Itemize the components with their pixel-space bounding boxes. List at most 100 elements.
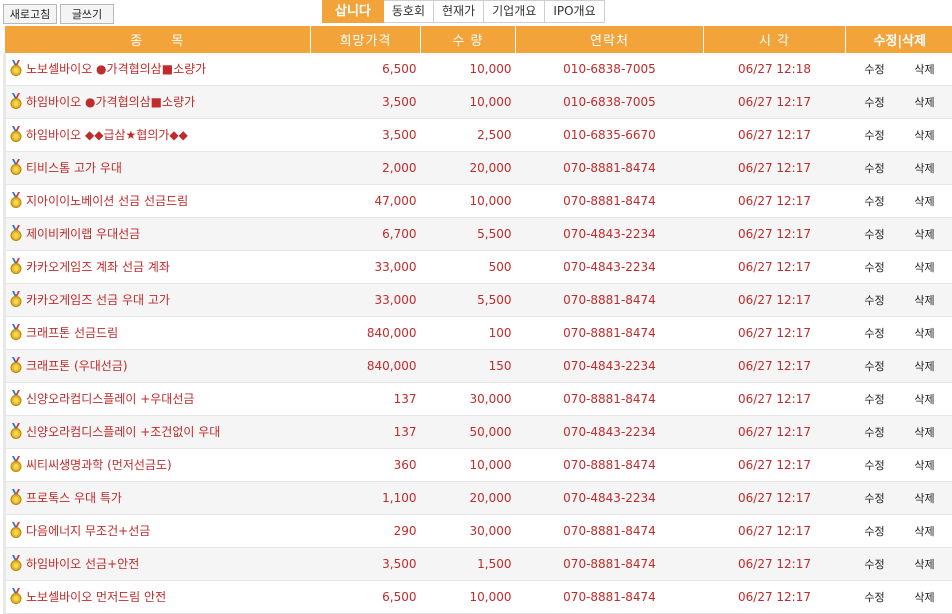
item-name[interactable]: 노보셀바이오 먼저드림 안전	[26, 590, 166, 604]
edit-button[interactable]: 수정	[850, 160, 900, 176]
item-cell[interactable]: 하임바이오 ●가격협의삼■소량가	[5, 86, 311, 119]
table-row[interactable]: 카카오게임즈 계좌 선금 계좌33,000500070-4843-223406/…	[5, 251, 952, 284]
delete-button[interactable]: 삭제	[900, 61, 950, 77]
price-cell: 137	[311, 383, 421, 416]
delete-button[interactable]: 삭제	[900, 523, 950, 539]
delete-button[interactable]: 삭제	[900, 556, 950, 572]
edit-button[interactable]: 수정	[850, 94, 900, 110]
table-row[interactable]: 지아이이노베이션 선금 선금드림47,00010,000070-8881-847…	[5, 185, 952, 218]
delete-button[interactable]: 삭제	[900, 160, 950, 176]
time-cell: 06/27 12:17	[704, 548, 846, 581]
item-cell[interactable]: 하임바이오 ◆◆급삼★협의가◆◆	[5, 119, 311, 152]
delete-button[interactable]: 삭제	[900, 589, 950, 605]
delete-button[interactable]: 삭제	[900, 358, 950, 374]
item-cell[interactable]: 카카오게임즈 계좌 선금 계좌	[5, 251, 311, 284]
table-row[interactable]: 하임바이오 선금+안전3,5001,500070-8881-847406/27 …	[5, 548, 952, 581]
medal-icon	[9, 126, 23, 145]
edit-button[interactable]: 수정	[850, 424, 900, 440]
table-row[interactable]: 다음에너지 무조건+선금29030,000070-8881-847406/27 …	[5, 515, 952, 548]
delete-button[interactable]: 삭제	[900, 325, 950, 341]
item-name[interactable]: 하임바이오 ●가격협의삼■소량가	[26, 95, 195, 109]
item-cell[interactable]: 하임바이오 선금+안전	[5, 548, 311, 581]
item-cell[interactable]: 신양오라컴디스플레이 +조건없이 우대	[5, 416, 311, 449]
edit-button[interactable]: 수정	[850, 127, 900, 143]
qty-cell: 5,500	[421, 218, 516, 251]
delete-button[interactable]: 삭제	[900, 391, 950, 407]
table-row[interactable]: 하임바이오 ●가격협의삼■소량가3,50010,000010-6838-7005…	[5, 86, 952, 119]
item-name[interactable]: 카카오게임즈 선금 우대 고가	[26, 293, 170, 307]
item-name[interactable]: 신양오라컴디스플레이 +조건없이 우대	[26, 425, 220, 439]
table-row[interactable]: 크래프톤 (우대선금)840,000150070-4843-223406/27 …	[5, 350, 952, 383]
edit-button[interactable]: 수정	[850, 292, 900, 308]
edit-button[interactable]: 수정	[850, 358, 900, 374]
tab-buy[interactable]: 삽니다	[322, 0, 384, 23]
item-cell[interactable]: 신양오라컴디스플레이 +우대선금	[5, 383, 311, 416]
edit-button[interactable]: 수정	[850, 556, 900, 572]
item-name[interactable]: 티비스톰 고가 우대	[26, 161, 122, 175]
table-row[interactable]: 신양오라컴디스플레이 +조건없이 우대13750,000070-4843-223…	[5, 416, 952, 449]
tab-company-overview[interactable]: 기업개요	[484, 0, 545, 23]
item-cell[interactable]: 노보셀바이오 ●가격협의삼■소량가	[5, 53, 311, 86]
item-name[interactable]: 신양오라컴디스플레이 +우대선금	[26, 392, 194, 406]
edit-button[interactable]: 수정	[850, 457, 900, 473]
item-name[interactable]: 크래프톤 (우대선금)	[26, 359, 128, 373]
time-cell: 06/27 12:17	[704, 185, 846, 218]
edit-button[interactable]: 수정	[850, 589, 900, 605]
table-row[interactable]: 크래프톤 선금드림840,000100070-8881-847406/27 12…	[5, 317, 952, 350]
table-row[interactable]: 노보셀바이오 ●가격협의삼■소량가6,50010,000010-6838-700…	[5, 53, 952, 86]
delete-button[interactable]: 삭제	[900, 193, 950, 209]
item-name[interactable]: 지아이이노베이션 선금 선금드림	[26, 194, 188, 208]
edit-button[interactable]: 수정	[850, 523, 900, 539]
table-row[interactable]: 카카오게임즈 선금 우대 고가33,0005,500070-8881-84740…	[5, 284, 952, 317]
item-cell[interactable]: 크래프톤 선금드림	[5, 317, 311, 350]
item-cell[interactable]: 티비스톰 고가 우대	[5, 152, 311, 185]
item-name[interactable]: 하임바이오 ◆◆급삼★협의가◆◆	[26, 128, 188, 142]
edit-button[interactable]: 수정	[850, 391, 900, 407]
item-cell[interactable]: 노보셀바이오 먼저드림 안전	[5, 581, 311, 614]
table-row[interactable]: 티비스톰 고가 우대2,00020,000070-8881-847406/27 …	[5, 152, 952, 185]
delete-button[interactable]: 삭제	[900, 226, 950, 242]
table-row[interactable]: 노보셀바이오 먼저드림 안전6,50010,000070-8881-847406…	[5, 581, 952, 614]
actions-cell: 수정삭제	[846, 251, 952, 284]
delete-button[interactable]: 삭제	[900, 94, 950, 110]
edit-button[interactable]: 수정	[850, 325, 900, 341]
delete-button[interactable]: 삭제	[900, 292, 950, 308]
item-name[interactable]: 프로톡스 우대 특가	[26, 491, 122, 505]
delete-button[interactable]: 삭제	[900, 127, 950, 143]
table-row[interactable]: 프로톡스 우대 특가1,10020,000070-4843-223406/27 …	[5, 482, 952, 515]
table-row[interactable]: 신양오라컴디스플레이 +우대선금13730,000070-8881-847406…	[5, 383, 952, 416]
item-cell[interactable]: 다음에너지 무조건+선금	[5, 515, 311, 548]
table-row[interactable]: 하임바이오 ◆◆급삼★협의가◆◆3,5002,500010-6835-66700…	[5, 119, 952, 152]
item-name[interactable]: 제이비케이랩 우대선금	[26, 227, 140, 241]
qty-cell: 150	[421, 350, 516, 383]
write-button[interactable]: 글쓰기	[60, 4, 114, 24]
item-cell[interactable]: 지아이이노베이션 선금 선금드림	[5, 185, 311, 218]
item-cell[interactable]: 프로톡스 우대 특가	[5, 482, 311, 515]
edit-button[interactable]: 수정	[850, 61, 900, 77]
item-name[interactable]: 크래프톤 선금드림	[26, 326, 118, 340]
delete-button[interactable]: 삭제	[900, 424, 950, 440]
delete-button[interactable]: 삭제	[900, 490, 950, 506]
tab-current-price[interactable]: 현재가	[434, 0, 484, 23]
edit-button[interactable]: 수정	[850, 490, 900, 506]
item-cell[interactable]: 씨티씨생명과학 (먼저선금도)	[5, 449, 311, 482]
edit-button[interactable]: 수정	[850, 193, 900, 209]
item-cell[interactable]: 제이비케이랩 우대선금	[5, 218, 311, 251]
item-name[interactable]: 카카오게임즈 계좌 선금 계좌	[26, 260, 170, 274]
table-row[interactable]: 제이비케이랩 우대선금6,7005,500070-4843-223406/27 …	[5, 218, 952, 251]
table-row[interactable]: 씨티씨생명과학 (먼저선금도)36010,000070-8881-847406/…	[5, 449, 952, 482]
qty-cell: 100	[421, 317, 516, 350]
item-cell[interactable]: 카카오게임즈 선금 우대 고가	[5, 284, 311, 317]
item-name[interactable]: 씨티씨생명과학 (먼저선금도)	[26, 458, 172, 472]
refresh-button[interactable]: 새로고침	[3, 4, 57, 24]
item-cell[interactable]: 크래프톤 (우대선금)	[5, 350, 311, 383]
tab-ipo-overview[interactable]: IPO개요	[545, 0, 604, 23]
item-name[interactable]: 하임바이오 선금+안전	[26, 557, 139, 571]
item-name[interactable]: 노보셀바이오 ●가격협의삼■소량가	[26, 62, 206, 76]
delete-button[interactable]: 삭제	[900, 457, 950, 473]
item-name[interactable]: 다음에너지 무조건+선금	[26, 524, 150, 538]
edit-button[interactable]: 수정	[850, 226, 900, 242]
edit-button[interactable]: 수정	[850, 259, 900, 275]
delete-button[interactable]: 삭제	[900, 259, 950, 275]
tab-club[interactable]: 동호회	[384, 0, 434, 23]
